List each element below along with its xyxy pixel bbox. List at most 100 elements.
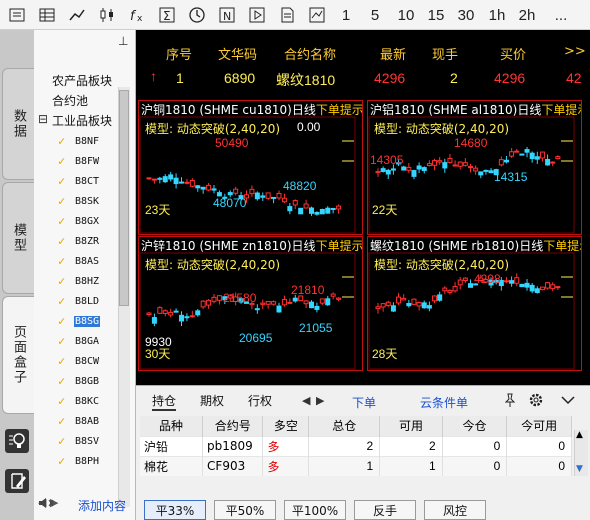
cell-bid[interactable]: 4296 — [494, 70, 525, 86]
period-30[interactable]: 30 — [454, 4, 478, 26]
chart-panel-cu[interactable]: 沪铜1810 (SHME cu1810)日线下单提示 模型: 动态突破(2,40… — [138, 100, 363, 235]
cell-volume[interactable]: 2 — [450, 70, 458, 86]
header-index[interactable]: 序号 — [166, 44, 192, 63]
cell-last[interactable]: 4296 — [374, 70, 405, 86]
tree-leaf[interactable]: ✓ B8CW — [58, 352, 100, 370]
news-icon[interactable]: N — [216, 4, 238, 26]
period-5[interactable]: 5 — [366, 4, 384, 26]
close-100-button[interactable]: 平100% — [284, 500, 346, 520]
add-content-link[interactable]: 添加内容 — [78, 497, 126, 514]
mute-icon[interactable] — [38, 496, 54, 510]
tab-data[interactable]: 数据 — [2, 68, 34, 180]
order-tip[interactable]: 下单提示 — [543, 239, 581, 253]
pin-icon[interactable]: ⊥ — [118, 34, 128, 48]
bulb-icon[interactable] — [4, 428, 30, 454]
chart-panel-al[interactable]: 沪铝1810 (SHME al1810)日线下单提示 模型: 动态突破(2,40… — [367, 100, 582, 235]
tree-leaf[interactable]: ✓ B8SK — [58, 192, 100, 210]
tab-positions[interactable]: 持仓 — [152, 392, 177, 411]
table-row[interactable]: 沪铅 pb1809 多 2 2 0 0 — [140, 435, 572, 456]
tab-exercise[interactable]: 行权 — [248, 392, 272, 409]
period-15[interactable]: 15 — [424, 4, 448, 26]
column-header[interactable]: 多空 — [262, 416, 310, 436]
header-code[interactable]: 文华码 — [218, 44, 257, 63]
cloud-order-link[interactable]: 云条件单 — [420, 394, 468, 411]
tree-group-agri[interactable]: 农产品板块 — [52, 72, 112, 89]
tree-leaf[interactable]: ✓ B8LD — [58, 292, 100, 310]
tree-leaf[interactable]: ✓ B8FW — [58, 152, 100, 170]
close-50-button[interactable]: 平50% — [214, 500, 276, 520]
tree-leaf[interactable]: ✓ B8AS — [58, 252, 100, 270]
cell-index[interactable]: 1 — [176, 70, 184, 86]
tree-leaf[interactable]: ✓ B8HZ — [58, 272, 100, 290]
more-periods[interactable]: ... — [550, 4, 572, 26]
column-header[interactable]: 可用 — [379, 416, 443, 436]
trend-icon[interactable] — [306, 4, 328, 26]
collapse-expander-icon[interactable]: ⊟ — [38, 112, 48, 126]
order-tip[interactable]: 下单提示 — [316, 239, 362, 253]
tab-options[interactable]: 期权 — [200, 392, 224, 409]
reverse-button[interactable]: 反手 — [354, 500, 416, 520]
formula-icon[interactable]: fx — [126, 4, 148, 26]
tree-leaf[interactable]: ✓ B8SV — [58, 432, 100, 450]
close-33-button[interactable]: 平33% — [144, 500, 206, 520]
sigma-icon[interactable]: Σ — [156, 4, 178, 26]
cell-extra[interactable]: 42 — [566, 70, 582, 86]
order-tip[interactable]: 下单提示 — [541, 103, 581, 117]
tree-leaf[interactable]: ✓ B8CT — [58, 172, 100, 190]
chart-panel-rb[interactable]: 螺纹1810 (SHME rb1810)日线下单提示 模型: 动态突破(2,40… — [367, 236, 582, 371]
scroll-up-icon[interactable]: ▲ — [576, 430, 583, 440]
header-name[interactable]: 合约名称 — [284, 44, 336, 63]
tree-leaf[interactable]: ✓ B8GA — [58, 332, 100, 350]
candle-body — [281, 299, 287, 306]
settings-icon[interactable] — [528, 392, 544, 408]
column-header[interactable]: 今可用 — [506, 416, 572, 436]
cell-name[interactable]: 螺纹1810 — [276, 70, 335, 90]
tree-leaf[interactable]: ✓ B8NF — [58, 132, 100, 150]
document-icon[interactable] — [276, 4, 298, 26]
tree-leaf[interactable]: ✓ B8ZR — [58, 232, 100, 250]
edit-icon[interactable] — [4, 468, 30, 494]
tree-scroll-thumb[interactable] — [119, 90, 129, 306]
order-tip[interactable]: 下单提示 — [316, 103, 362, 117]
tree-leaf[interactable]: ✓ B8SG — [58, 312, 101, 330]
scroll-left-icon[interactable]: ◀ — [302, 394, 310, 407]
clock-icon[interactable] — [186, 4, 208, 26]
high-label: 21810 — [291, 283, 325, 297]
column-header[interactable]: 合约号 — [202, 416, 264, 436]
column-header[interactable]: 今仓 — [442, 416, 508, 436]
scroll-right-icon[interactable]: ▶ — [316, 394, 324, 407]
tab-page-box[interactable]: 页面盒子 — [2, 296, 34, 414]
tree-leaf[interactable]: ✓ B8PH — [58, 452, 100, 470]
header-volume[interactable]: 现手 — [432, 44, 458, 63]
column-header[interactable]: 总仓 — [308, 416, 381, 436]
header-bid[interactable]: 买价 — [500, 44, 526, 63]
period-10[interactable]: 10 — [394, 4, 418, 26]
tree-leaf[interactable]: ✓ B8KC — [58, 392, 100, 410]
tree-group-pool[interactable]: 合约池 — [52, 92, 88, 109]
candle-body — [189, 315, 195, 318]
scroll-down-icon[interactable]: ▼ — [576, 464, 583, 474]
header-last[interactable]: 最新 — [380, 44, 406, 63]
order-link[interactable]: 下单 — [352, 394, 376, 411]
grid-icon[interactable] — [36, 4, 58, 26]
tree-group-industrial[interactable]: 工业品板块 — [52, 112, 112, 129]
tree-leaf[interactable]: ✓ B8AB — [58, 412, 100, 430]
risk-control-button[interactable]: 风控 — [424, 500, 486, 520]
pin-icon[interactable] — [502, 392, 518, 408]
collapse-icon[interactable] — [560, 392, 576, 408]
chart-panel-zn[interactable]: 沪锌1810 (SHME zn1810)日线下单提示 模型: 动态突破(2,40… — [138, 236, 363, 371]
period-1[interactable]: 1 — [338, 4, 354, 26]
candlestick-icon[interactable] — [96, 4, 118, 26]
list-icon[interactable] — [6, 4, 28, 26]
tab-model[interactable]: 模型 — [2, 182, 34, 294]
tree-leaf[interactable]: ✓ B8GX — [58, 212, 100, 230]
period-1h[interactable]: 1h — [486, 4, 508, 26]
column-header[interactable]: 品种 — [140, 416, 204, 436]
header-more[interactable]: >> — [564, 44, 586, 59]
table-row[interactable]: 棉花 CF903 多 1 1 0 0 — [140, 455, 572, 476]
period-2h[interactable]: 2h — [516, 4, 538, 26]
tree-leaf[interactable]: ✓ B8GB — [58, 372, 100, 390]
play-icon[interactable] — [246, 4, 268, 26]
cell-code[interactable]: 6890 — [224, 70, 255, 86]
line-chart-icon[interactable] — [66, 4, 88, 26]
